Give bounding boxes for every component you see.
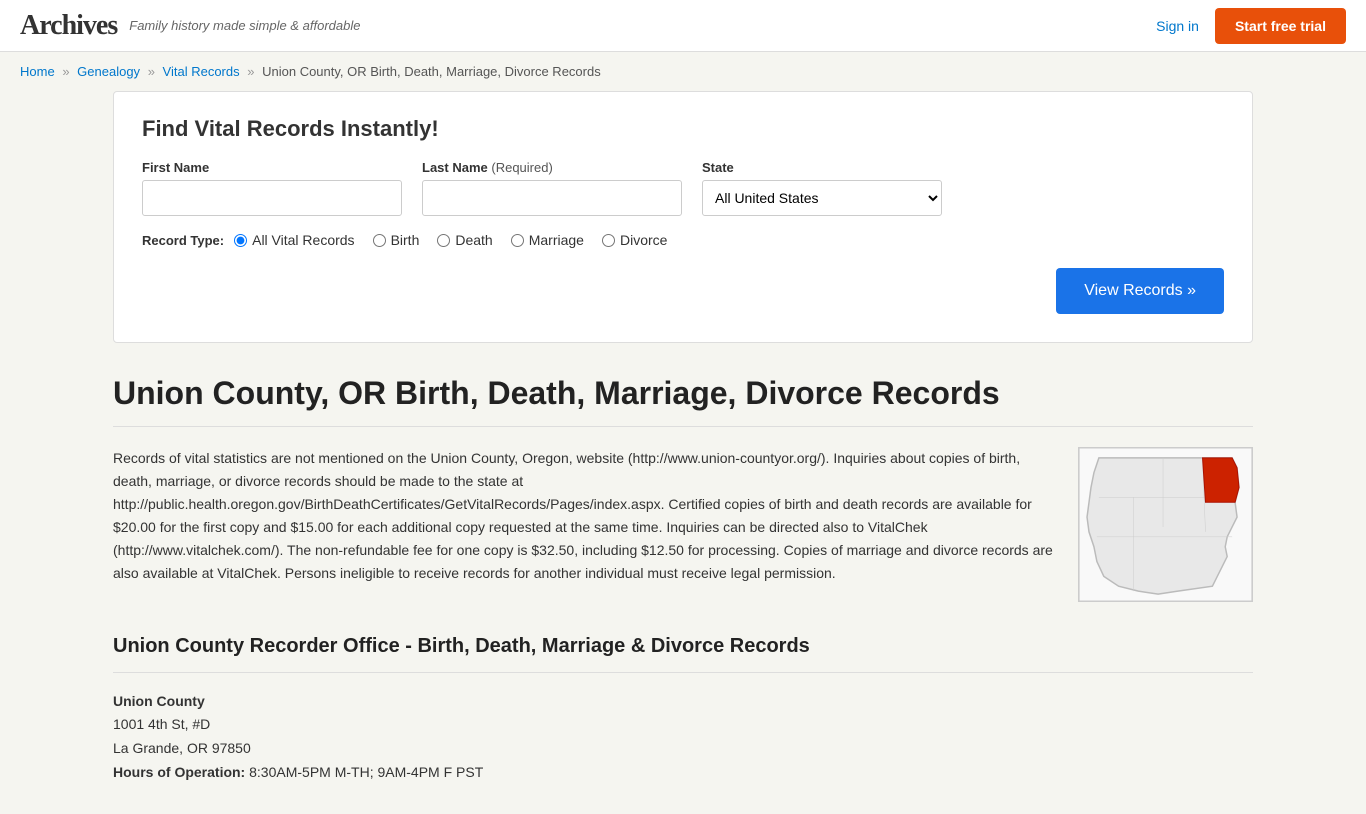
office-info: Union County 1001 4th St, #D La Grande, … <box>113 693 1253 784</box>
last-name-input[interactable] <box>422 180 682 216</box>
radio-marriage[interactable] <box>511 234 524 247</box>
breadcrumb: Home » Genealogy » Vital Records » Union… <box>0 52 1366 91</box>
start-trial-button[interactable]: Start free trial <box>1215 8 1346 44</box>
site-tagline: Family history made simple & affordable <box>129 18 360 33</box>
search-box: Find Vital Records Instantly! First Name… <box>113 91 1253 343</box>
radio-label-all: All Vital Records <box>252 232 354 248</box>
first-name-group: First Name <box>142 160 402 216</box>
radio-options: All Vital Records Birth Death Marriage Divor… <box>234 232 667 248</box>
header: Archives Family history made simple & af… <box>0 0 1366 52</box>
title-divider <box>113 426 1253 427</box>
radio-label-death: Death <box>455 232 492 248</box>
first-name-input[interactable] <box>142 180 402 216</box>
last-name-label: Last Name (Required) <box>422 160 682 175</box>
office-address: 1001 4th St, #D La Grande, OR 97850 Hour… <box>113 713 1253 784</box>
last-name-group: Last Name (Required) <box>422 160 682 216</box>
breadcrumb-current: Union County, OR Birth, Death, Marriage,… <box>262 64 601 79</box>
office-address-line1: 1001 4th St, #D <box>113 713 1253 737</box>
section-divider <box>113 672 1253 673</box>
search-actions: View Records » <box>142 268 1224 314</box>
site-logo: Archives <box>20 10 117 42</box>
radio-option-birth[interactable]: Birth <box>373 232 420 248</box>
content-text: Records of vital statistics are not ment… <box>113 447 1054 605</box>
header-left: Archives Family history made simple & af… <box>20 10 360 42</box>
radio-option-death[interactable]: Death <box>437 232 492 248</box>
header-right: Sign in Start free trial <box>1156 8 1346 44</box>
state-group: State All United StatesAlabamaAlaskaAriz… <box>702 160 942 216</box>
main-content: Find Vital Records Instantly! First Name… <box>93 91 1273 814</box>
first-name-label: First Name <box>142 160 402 175</box>
radio-option-marriage[interactable]: Marriage <box>511 232 584 248</box>
radio-option-all[interactable]: All Vital Records <box>234 232 354 248</box>
view-records-button[interactable]: View Records » <box>1056 268 1224 314</box>
radio-option-divorce[interactable]: Divorce <box>602 232 667 248</box>
hours-label: Hours of Operation: <box>113 764 245 780</box>
radio-label-birth: Birth <box>391 232 420 248</box>
record-type-row: Record Type: All Vital Records Birth Death… <box>142 232 1224 248</box>
radio-label-divorce: Divorce <box>620 232 667 248</box>
breadcrumb-sep-1: » <box>62 64 69 79</box>
breadcrumb-genealogy[interactable]: Genealogy <box>77 64 140 79</box>
state-label: State <box>702 160 942 175</box>
office-section-heading: Union County Recorder Office - Birth, De… <box>113 635 1253 658</box>
office-name: Union County <box>113 693 1253 709</box>
logo-text: Archives <box>20 10 117 41</box>
search-title: Find Vital Records Instantly! <box>142 116 1224 142</box>
record-type-label: Record Type: <box>142 233 224 248</box>
radio-birth[interactable] <box>373 234 386 247</box>
radio-divorce[interactable] <box>602 234 615 247</box>
hours-value: 8:30AM-5PM M-TH; 9AM-4PM F PST <box>249 764 483 780</box>
content-area: Records of vital statistics are not ment… <box>113 447 1253 605</box>
radio-label-marriage: Marriage <box>529 232 584 248</box>
page-title: Union County, OR Birth, Death, Marriage,… <box>113 367 1253 412</box>
radio-all[interactable] <box>234 234 247 247</box>
sign-in-link[interactable]: Sign in <box>1156 18 1199 34</box>
breadcrumb-vital-records[interactable]: Vital Records <box>163 64 240 79</box>
breadcrumb-sep-2: » <box>148 64 155 79</box>
radio-death[interactable] <box>437 234 450 247</box>
search-fields: First Name Last Name (Required) State Al… <box>142 160 1224 216</box>
state-select[interactable]: All United StatesAlabamaAlaskaArizonaArk… <box>702 180 942 216</box>
map-container <box>1078 447 1253 605</box>
oregon-map-svg <box>1078 447 1253 602</box>
breadcrumb-home[interactable]: Home <box>20 64 55 79</box>
office-address-line2: La Grande, OR 97850 <box>113 737 1253 761</box>
office-hours: Hours of Operation: 8:30AM-5PM M-TH; 9AM… <box>113 761 1253 785</box>
breadcrumb-sep-3: » <box>247 64 254 79</box>
